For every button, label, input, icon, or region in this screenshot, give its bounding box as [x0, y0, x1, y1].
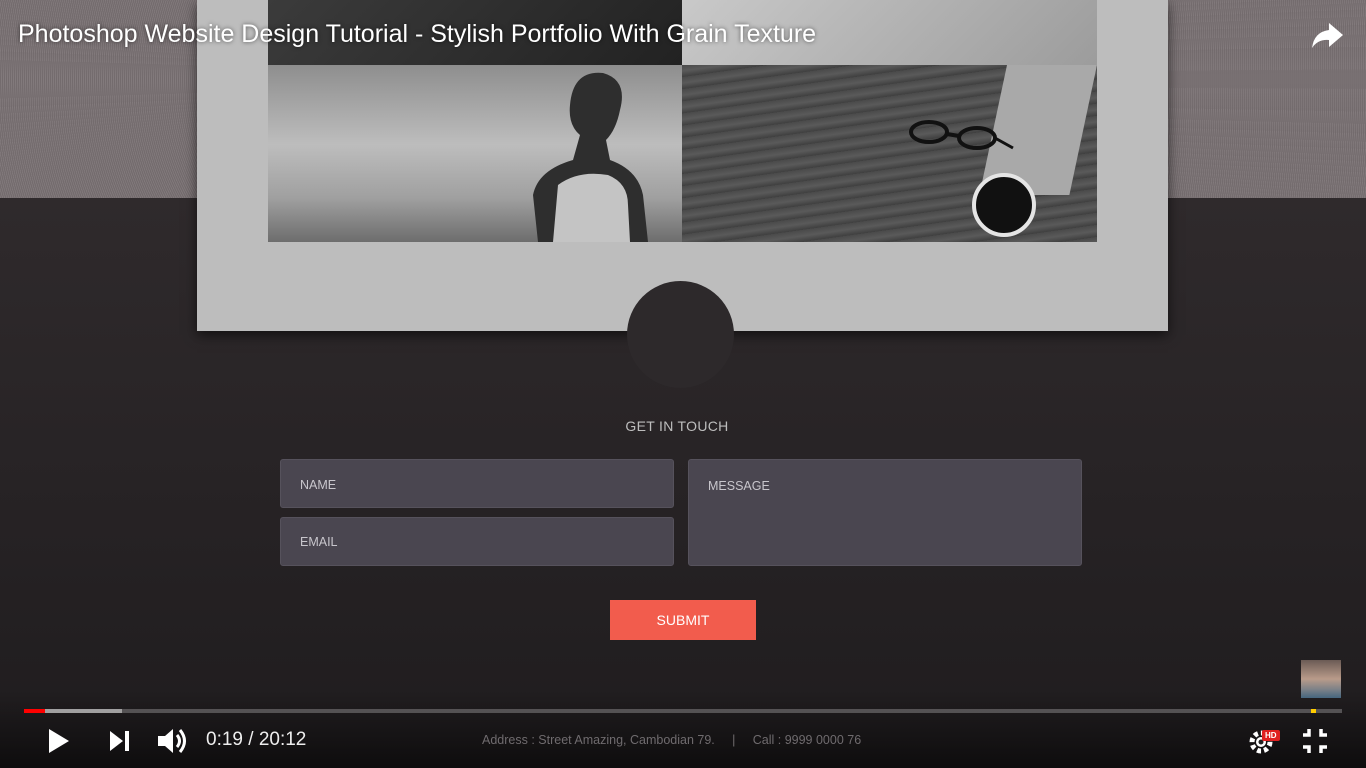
- portfolio-image-desk: [682, 65, 1097, 242]
- man-silhouette: [533, 72, 648, 242]
- progress-played: [24, 709, 46, 713]
- progress-chapter-marker: [1311, 709, 1316, 713]
- video-title[interactable]: Photoshop Website Design Tutorial - Styl…: [18, 20, 816, 49]
- portfolio-image-man: [268, 65, 682, 242]
- submit-button[interactable]: SUBMIT: [610, 600, 756, 640]
- volume-icon[interactable]: [157, 727, 189, 755]
- hd-badge: HD: [1262, 730, 1280, 741]
- coffee-cup-graphic: [972, 173, 1036, 237]
- contact-heading: GET IN TOUCH: [625, 418, 729, 434]
- progress-bar[interactable]: [24, 709, 1342, 713]
- message-field[interactable]: MESSAGE: [688, 459, 1082, 566]
- time-display: 0:19 / 20:12: [206, 729, 307, 750]
- name-field[interactable]: NAME: [280, 459, 674, 508]
- page-footer-text: Address : Street Amazing, Cambodian 79. …: [482, 733, 862, 747]
- share-icon[interactable]: [1310, 20, 1344, 50]
- glasses-graphic: [909, 120, 1014, 150]
- panel-notch: [627, 281, 734, 388]
- next-icon[interactable]: [109, 730, 131, 752]
- exit-fullscreen-icon[interactable]: [1302, 728, 1328, 754]
- player-controls-bar: [0, 690, 1366, 768]
- email-field[interactable]: EMAIL: [280, 517, 674, 566]
- play-icon[interactable]: [47, 728, 71, 754]
